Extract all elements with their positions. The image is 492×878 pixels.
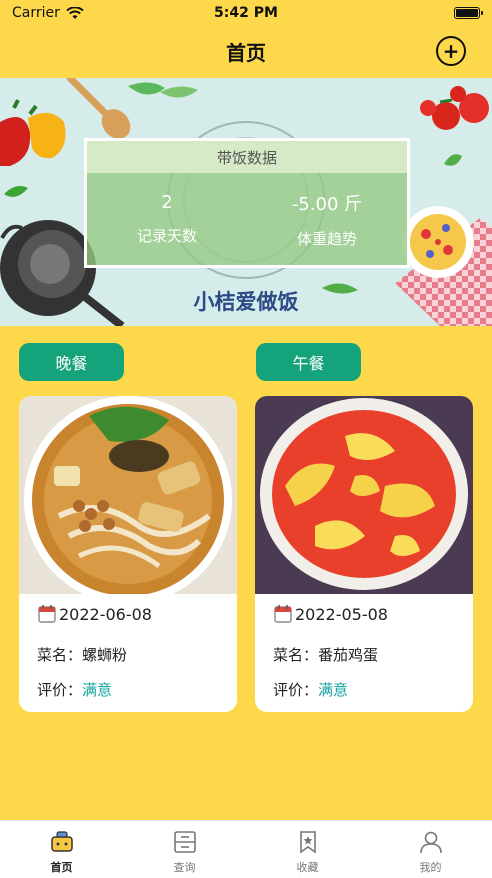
- dish-label: 菜名：: [273, 646, 319, 664]
- meal-tag-lunch[interactable]: 午餐: [256, 343, 361, 381]
- stats-panel: 带饭数据 2 记录天数 -5.00 斤 体重趋势: [84, 138, 410, 268]
- meal-card[interactable]: 2022-05-08 菜名：番茄鸡蛋 评价：满意: [255, 396, 473, 712]
- page-title: 首页: [226, 40, 266, 65]
- leaf-icon: [444, 154, 462, 166]
- tab-label: 我的: [419, 861, 442, 874]
- brand-title: 小桔爱做饭: [193, 290, 299, 314]
- tab-label: 查询: [173, 861, 196, 874]
- person-icon: [419, 831, 442, 854]
- pepper-icon: [0, 99, 66, 166]
- dish-name-row: 菜名：螺蛳粉: [37, 644, 127, 665]
- stat-label: 体重趋势: [296, 229, 357, 248]
- meal-date-text: 2022-06-08: [59, 604, 152, 624]
- battery-icon: [454, 7, 483, 19]
- plus-circle-icon: +: [442, 39, 460, 63]
- meal-card[interactable]: 2022-06-08 菜名：螺蛳粉 评价：满意: [19, 396, 237, 712]
- wifi-icon: [66, 6, 84, 19]
- tab-search[interactable]: 查询: [123, 821, 246, 878]
- dish-name: 番茄鸡蛋: [318, 646, 379, 664]
- rating-label: 评价：: [37, 681, 83, 699]
- dish-name: 螺蛳粉: [82, 646, 128, 664]
- battery-level: [456, 9, 478, 17]
- meal-date-text: 2022-05-08: [295, 604, 388, 624]
- meal-date: 2022-06-08: [37, 604, 152, 624]
- stats-row: 2 记录天数 -5.00 斤 体重趋势: [87, 173, 407, 265]
- rating-value: 满意: [82, 681, 113, 699]
- nav-bar: 首页 +: [0, 26, 492, 76]
- tab-label: 首页: [50, 861, 73, 874]
- stat-record-days: 2 记录天数: [87, 173, 247, 265]
- add-record-button[interactable]: +: [436, 36, 466, 66]
- drawer-icon: [173, 831, 196, 853]
- tab-profile[interactable]: 我的: [369, 821, 492, 878]
- hero-banner: 带饭数据 2 记录天数 -5.00 斤 体重趋势 小桔爱做饭: [0, 78, 492, 326]
- stat-weight-trend: -5.00 斤 体重趋势: [247, 173, 407, 265]
- tab-label: 收藏: [296, 861, 319, 874]
- wooden-spoon-icon: [66, 78, 131, 139]
- stat-label: 记录天数: [136, 227, 197, 245]
- carrier-group: Carrier: [12, 5, 84, 21]
- dish-photo-luosifen: [19, 396, 237, 594]
- calendar-icon: [274, 605, 292, 623]
- fruit-bowl-icon: [402, 206, 474, 278]
- tab-favorites[interactable]: 收藏: [246, 821, 369, 878]
- stat-value: -5.00 斤: [291, 193, 363, 215]
- meal-tag-dinner[interactable]: 晚餐: [19, 343, 124, 381]
- dish-photo-tomato-egg: [255, 396, 473, 594]
- tomato-icon: [420, 86, 489, 130]
- dish-name-row: 菜名：番茄鸡蛋: [273, 644, 378, 665]
- leaf-icon: [128, 82, 165, 95]
- leaf-icon: [4, 186, 28, 197]
- calendar-icon: [38, 605, 56, 623]
- rating-value: 满意: [318, 681, 349, 699]
- rating-row: 评价：满意: [37, 679, 112, 700]
- rating-row: 评价：满意: [273, 679, 348, 700]
- stat-value: 2: [161, 192, 173, 213]
- tab-home[interactable]: 首页: [0, 821, 123, 878]
- tab-bar: 首页 查询 收藏 我的: [0, 820, 492, 878]
- dish-label: 菜名：: [37, 646, 83, 664]
- meal-date: 2022-05-08: [273, 604, 388, 624]
- home-pot-icon: [50, 831, 73, 852]
- carrier-label: Carrier: [12, 5, 60, 21]
- bookmark-star-icon: [299, 831, 316, 854]
- status-bar: Carrier 5:42 PM: [0, 0, 492, 26]
- stats-panel-title: 带饭数据: [87, 141, 407, 173]
- rating-label: 评价：: [273, 681, 319, 699]
